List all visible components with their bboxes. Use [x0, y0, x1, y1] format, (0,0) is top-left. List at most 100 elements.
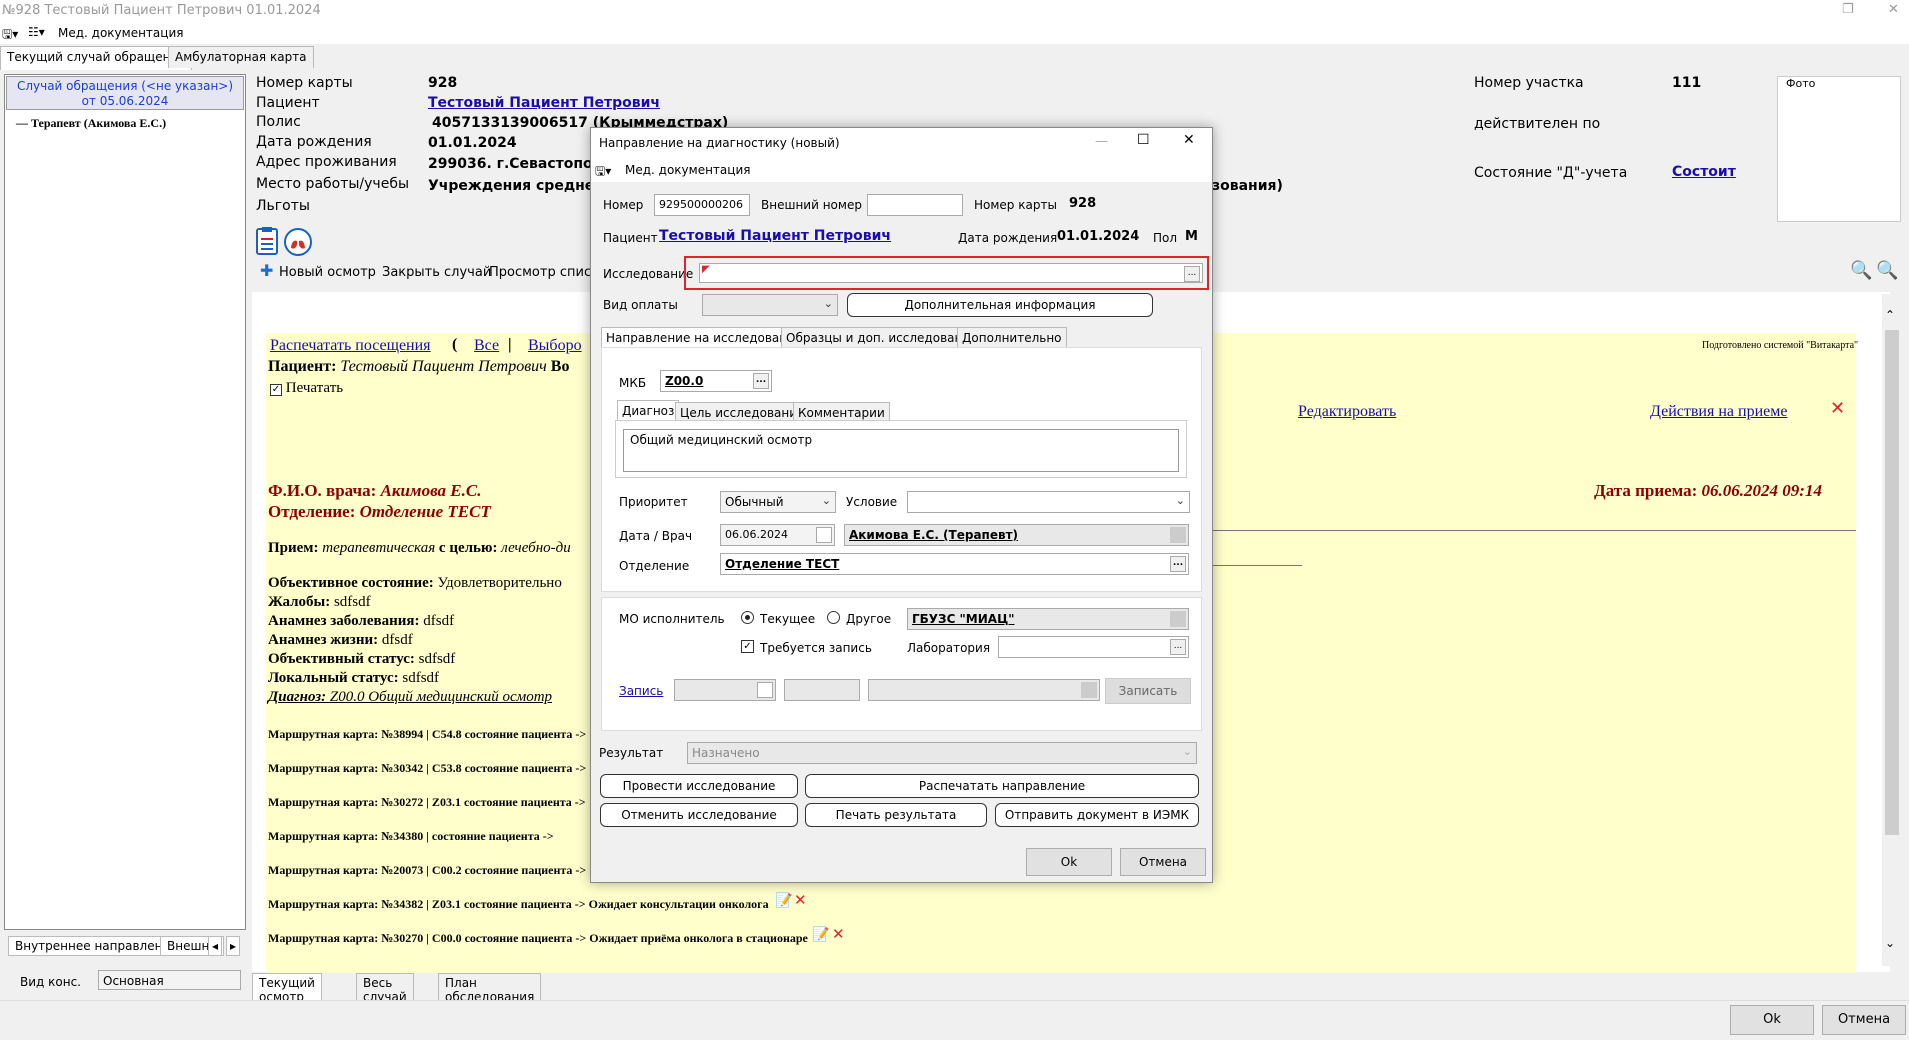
department-line: Отделение: Отделение ТЕСТ — [268, 502, 491, 522]
scroll-thumb[interactable] — [1885, 330, 1899, 835]
selected-link[interactable]: Выборо — [528, 337, 582, 355]
need-record-checkbox[interactable]: ✓ — [741, 640, 754, 653]
conduct-research-button[interactable]: Провести исследование — [600, 774, 798, 798]
cancel-button[interactable]: Отмена — [1822, 1005, 1906, 1035]
dialog-patient-link[interactable]: Тестовый Пациент Петрович — [659, 228, 891, 244]
print-visits-link[interactable]: Распечатать посещения — [270, 337, 431, 355]
edit-note-icon[interactable]: 📝 — [812, 927, 829, 943]
tree-item-therapist[interactable]: — Терапевт (Акимова Е.С.) — [16, 116, 166, 131]
zoom-in-icon[interactable]: 🔍 — [1850, 260, 1872, 281]
minimize-icon[interactable]: — — [1095, 134, 1108, 149]
lungs-icon[interactable] — [283, 227, 313, 257]
radio-other[interactable] — [827, 611, 840, 624]
save-icon[interactable]: 🖫▾ — [595, 162, 611, 183]
tab-scroll-left-icon[interactable]: ◂ — [208, 936, 223, 956]
extra-info-button[interactable]: Дополнительная информация — [847, 293, 1153, 317]
ext-number-field[interactable] — [867, 194, 963, 216]
edit-note-icon[interactable]: 📝 — [775, 893, 792, 909]
tab-additional[interactable]: Дополнительно — [957, 327, 1067, 348]
number-field[interactable]: 929500000206 — [654, 194, 750, 216]
print-checkbox[interactable]: ✓ — [270, 384, 282, 396]
department-field[interactable]: Отделение ТЕСТ ... — [720, 553, 1189, 575]
result-select[interactable]: Назначено ⌄ — [687, 742, 1197, 764]
d-status-link[interactable]: Состоит — [1672, 164, 1736, 180]
doctor-lookup-button[interactable] — [1170, 527, 1186, 543]
clipboard-icon[interactable] — [254, 226, 280, 256]
print-result-button[interactable]: Печать результата — [805, 803, 987, 827]
record-link[interactable]: Запись — [619, 684, 663, 698]
research-field[interactable]: ◤ ... — [699, 263, 1203, 283]
send-iemk-button[interactable]: Отправить документ в ИЭМК — [995, 803, 1199, 827]
research-lookup-button[interactable]: ... — [1184, 266, 1200, 282]
photo-box[interactable]: Фото — [1777, 76, 1901, 222]
scroll-down-icon[interactable]: ⌄ — [1885, 936, 1895, 950]
mo-lookup-button[interactable] — [1170, 611, 1186, 627]
dialog-menu-med-docs[interactable]: Мед. документация — [625, 163, 750, 177]
life-label: Анамнез жизни: — [268, 632, 379, 648]
calendar-icon[interactable] — [816, 527, 832, 543]
record-slot-lookup[interactable] — [1081, 682, 1097, 698]
dialog-cancel-button[interactable]: Отмена — [1120, 848, 1206, 876]
anamnesis-value: dfsdf — [423, 613, 455, 629]
window-titlebar: №928 Тестовый Пациент Петрович 01.01.202… — [0, 0, 1909, 22]
actions-link[interactable]: Действия на приеме — [1650, 403, 1787, 421]
record-time-field[interactable] — [784, 679, 860, 701]
department-label: Отделение — [619, 559, 690, 573]
tab-scroll-right-icon[interactable]: ▸ — [226, 936, 241, 956]
doctor-field[interactable]: Акимова Е.С. (Терапевт) — [844, 524, 1189, 546]
cancel-research-button[interactable]: Отменить исследование — [600, 803, 798, 827]
date-field[interactable]: 06.06.2024 — [720, 524, 835, 546]
dialog-ok-button[interactable]: Ok — [1026, 848, 1112, 876]
zoom-out-icon[interactable]: 🔍 — [1876, 260, 1898, 281]
record-date-field[interactable] — [674, 679, 776, 701]
mo-field[interactable]: ГБУЗС "МИАЦ" — [907, 608, 1189, 630]
department-lookup-button[interactable]: ... — [1170, 556, 1186, 572]
write-button[interactable]: Записать — [1105, 678, 1191, 704]
menu-med-docs[interactable]: Мед. документация — [58, 26, 183, 40]
required-flag-icon: ◤ — [702, 264, 710, 275]
payment-select[interactable]: ⌄ — [702, 294, 838, 316]
tab-diagnosis[interactable]: Диагноз — [617, 400, 680, 421]
calendar-icon[interactable] — [757, 682, 773, 698]
save-icon[interactable]: 🖫▾ — [2, 25, 18, 46]
maximize-icon[interactable]: ☐ — [1137, 132, 1150, 148]
lab-lookup-button[interactable]: ... — [1170, 639, 1186, 655]
all-link[interactable]: Все — [474, 337, 499, 355]
delete-x-icon[interactable]: ✕ — [794, 891, 807, 909]
case-line2: от 05.06.2024 — [81, 94, 169, 108]
edit-link[interactable]: Редактировать — [1298, 403, 1396, 421]
vid-kons-field[interactable]: Основная — [98, 970, 241, 990]
area-value: 111 — [1672, 75, 1702, 91]
radio-current[interactable] — [741, 611, 754, 624]
mkb-lookup-button[interactable]: ... — [753, 373, 769, 389]
tab-direction[interactable]: Направление на исследование — [601, 327, 808, 348]
chevron-down-icon: ⌄ — [821, 494, 831, 507]
ok-button[interactable]: Ok — [1730, 1005, 1814, 1035]
delete-x-icon[interactable]: ✕ — [832, 925, 845, 943]
grid-icon[interactable]: ☷▾ — [28, 25, 45, 39]
scroll-up-icon[interactable]: ⌃ — [1885, 308, 1895, 322]
tab-ambulatory-card[interactable]: Амбулаторная карта — [168, 46, 314, 68]
life-value: dfsdf — [381, 632, 413, 648]
print-direction-button[interactable]: Распечатать направление — [805, 774, 1199, 798]
case-header[interactable]: Случай обращения (<не указан>) от 05.06.… — [6, 76, 244, 110]
record-slot-field[interactable] — [868, 679, 1100, 701]
new-exam-button[interactable]: Новый осмотр — [279, 265, 376, 280]
close-case-button[interactable]: Закрыть случай — [382, 265, 491, 280]
patient-link[interactable]: Тестовый Пациент Петрович — [428, 95, 660, 111]
tab-internal-direction[interactable]: Внутреннее направление — [8, 936, 185, 956]
diagnosis-textarea[interactable]: Общий медицинский осмотр — [623, 429, 1179, 472]
priority-select[interactable]: Обычный ⌄ — [720, 491, 836, 513]
tab-samples[interactable]: Образцы и доп. исследования — [781, 327, 983, 348]
close-icon[interactable]: ✕ — [1888, 2, 1899, 17]
lab-field[interactable]: ... — [998, 636, 1189, 658]
restore-icon[interactable]: ❐ — [1842, 2, 1854, 17]
print-checkbox-row[interactable]: ✓ Печатать — [270, 380, 343, 397]
mkb-field[interactable]: Z00.0 ... — [660, 370, 772, 392]
valid-label: действителен по — [1474, 116, 1601, 132]
delete-x-icon[interactable]: ✕ — [1830, 398, 1845, 419]
tab-current-case[interactable]: Текущий случай обращения — [0, 46, 193, 70]
objective-label: Объективное состояние: — [268, 575, 434, 591]
condition-select[interactable]: ⌄ — [907, 491, 1190, 513]
close-icon[interactable]: ✕ — [1183, 132, 1195, 148]
